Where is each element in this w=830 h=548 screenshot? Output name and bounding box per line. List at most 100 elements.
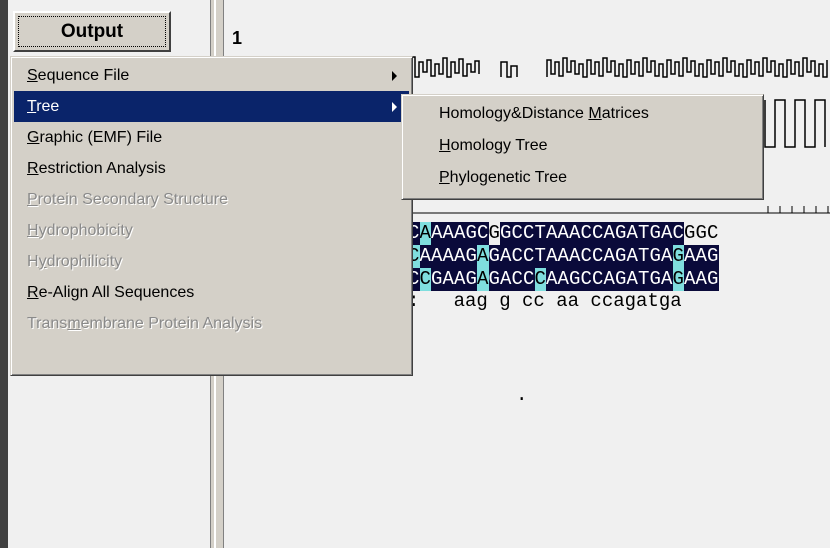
output-button[interactable]: Output	[13, 11, 171, 52]
base: A	[557, 245, 569, 268]
base: C	[592, 245, 604, 268]
base: A	[419, 245, 431, 268]
base: A	[684, 268, 696, 291]
base: A	[603, 222, 615, 245]
sequence-row: CAAAAGCGGCCTAAACCAGATGACGGC	[408, 222, 719, 245]
base: A	[546, 245, 558, 268]
submenu-arrow-icon	[392, 71, 397, 81]
base: G	[488, 245, 500, 268]
base: A	[477, 268, 489, 291]
submenu-item-phylogenetic-tree[interactable]: Phylogenetic Tree	[405, 162, 760, 194]
menu-item-restriction-analysis[interactable]: Restriction Analysis	[14, 153, 409, 184]
menu-item-label: Phylogenetic Tree	[439, 169, 568, 186]
base: C	[707, 222, 719, 244]
position-ruler	[400, 200, 830, 214]
menu-item-label: Sequence File	[27, 67, 130, 84]
menu-item-label: Hydrophobicity	[27, 222, 133, 239]
base: C	[511, 222, 523, 245]
base: A	[557, 222, 569, 245]
base: A	[442, 268, 454, 291]
base: A	[603, 245, 615, 268]
base: C	[672, 222, 684, 245]
menu-item-label: Restriction Analysis	[27, 160, 166, 177]
base: A	[557, 268, 569, 291]
base: C	[511, 245, 523, 268]
tree-submenu: Homology&Distance Matrices Homology Tree P…	[401, 94, 764, 200]
base: A	[661, 268, 673, 291]
base: A	[695, 268, 707, 291]
base: A	[442, 222, 454, 245]
base: C	[523, 222, 535, 245]
base: A	[546, 222, 558, 245]
base: A	[546, 268, 558, 291]
menu-item-sequence-file[interactable]: Sequence File	[14, 60, 409, 91]
base: A	[500, 268, 512, 291]
base: G	[431, 268, 443, 291]
base: G	[672, 245, 684, 268]
output-menu: Sequence File Tree Graphic (EMF) File Restr…	[10, 56, 413, 376]
menu-item-hydrophobicity[interactable]: Hydrophobicity	[14, 215, 409, 246]
menu-item-hydrophilicity[interactable]: Hydrophilicity	[14, 246, 409, 277]
base: A	[442, 245, 454, 268]
base: G	[615, 245, 627, 268]
base: A	[419, 222, 431, 245]
menu-item-re-align-all-sequences[interactable]: Re-Align All Sequences	[14, 277, 409, 308]
base: C	[534, 268, 546, 291]
base: T	[638, 268, 650, 291]
menu-item-graphic-emf-file[interactable]: Graphic (EMF) File	[14, 122, 409, 153]
marker-dot: .	[516, 384, 528, 406]
sequence-row: CAAAAGAGACCTAAACCAGATGAGAAG	[408, 245, 719, 268]
base: G	[672, 268, 684, 291]
menu-item-label: Protein Secondary Structure	[27, 191, 228, 208]
base: A	[684, 245, 696, 268]
base: A	[431, 222, 443, 245]
base: C	[477, 222, 489, 245]
base: G	[695, 222, 707, 244]
submenu-item-homology-distance-matrices[interactable]: Homology&Distance Matrices	[405, 98, 760, 130]
base: G	[465, 268, 477, 291]
base: C	[580, 268, 592, 291]
base: A	[626, 222, 638, 245]
base: G	[707, 245, 719, 268]
menu-item-label: Tree	[27, 98, 60, 115]
sequence-alignment: CAAAAGCGGCCTAAACCAGATGACGGCCAAAAGAGACCTA…	[408, 222, 719, 291]
submenu-arrow-icon	[392, 102, 397, 112]
menu-item-label: Re-Align All Sequences	[27, 284, 195, 301]
base: A	[603, 268, 615, 291]
base: G	[615, 222, 627, 245]
menu-item-label: Graphic (EMF) File	[27, 129, 163, 146]
base: A	[477, 245, 489, 268]
base: C	[523, 245, 535, 268]
base: G	[649, 222, 661, 245]
base: A	[500, 245, 512, 268]
consensus-row: : aag g cc aa ccagatga	[408, 290, 682, 312]
base: G	[465, 222, 477, 245]
base: C	[419, 268, 431, 291]
base: C	[580, 245, 592, 268]
base: A	[569, 245, 581, 268]
base: A	[626, 245, 638, 268]
base: T	[534, 222, 546, 245]
menu-item-transmembrane-protein-analysis[interactable]: Transmembrane Protein Analysis	[14, 308, 409, 339]
base: A	[454, 245, 466, 268]
menu-item-protein-secondary-structure[interactable]: Protein Secondary Structure	[14, 184, 409, 215]
menu-item-label: Transmembrane Protein Analysis	[27, 315, 263, 332]
sequence-row: CCGAAGAGACCCAAGCCAGATGAGAAG	[408, 268, 719, 291]
base: C	[523, 268, 535, 291]
base: G	[649, 245, 661, 268]
base: G	[707, 268, 719, 291]
base: G	[684, 222, 696, 244]
base: C	[580, 222, 592, 245]
base: G	[649, 268, 661, 291]
base: A	[695, 245, 707, 268]
base: A	[661, 222, 673, 245]
menu-item-label: Hydrophilicity	[27, 253, 123, 270]
page-number: 1	[232, 28, 243, 48]
base: A	[626, 268, 638, 291]
base: T	[638, 222, 650, 245]
base: A	[569, 222, 581, 245]
submenu-item-homology-tree[interactable]: Homology Tree	[405, 130, 760, 162]
menu-item-tree[interactable]: Tree	[14, 91, 409, 122]
base: T	[534, 245, 546, 268]
base: C	[592, 268, 604, 291]
